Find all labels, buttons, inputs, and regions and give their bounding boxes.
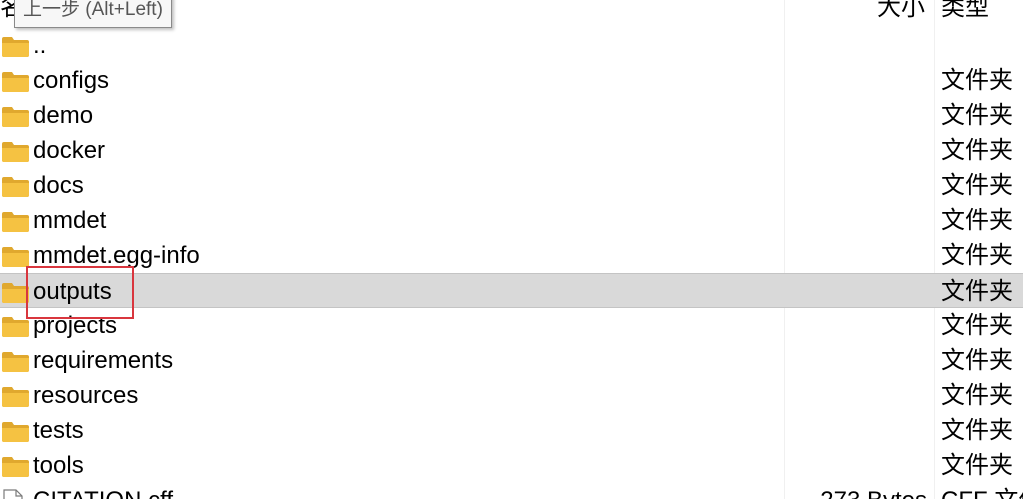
folder-icon bbox=[2, 212, 29, 232]
type-column-header[interactable]: 类型 bbox=[941, 0, 989, 26]
folder-icon bbox=[2, 72, 29, 92]
file-list-row[interactable]: mmdet 文件夹 bbox=[0, 203, 1023, 238]
folder-icon bbox=[2, 142, 29, 162]
file-type: 文件夹 bbox=[941, 452, 1013, 479]
file-name: configs bbox=[33, 67, 110, 94]
size-column-header[interactable]: 大小 bbox=[877, 0, 925, 26]
file-list-row[interactable]: projects 文件夹 bbox=[0, 308, 1023, 343]
file-type: 文件夹 bbox=[941, 172, 1013, 199]
annotation-highlight-box bbox=[26, 266, 134, 319]
file-name: tests bbox=[33, 417, 84, 444]
file-name: CITATION.cff bbox=[33, 483, 173, 499]
folder-icon bbox=[2, 422, 29, 442]
file-list-row[interactable]: tests 文件夹 bbox=[0, 413, 1023, 448]
file-list-row[interactable]: mmdet.egg-info 文件夹 bbox=[0, 238, 1023, 273]
file-type: CFF 文件 bbox=[941, 483, 1023, 499]
folder-icon bbox=[2, 387, 29, 407]
file-type: 文件夹 bbox=[941, 312, 1013, 339]
file-type: 文件夹 bbox=[941, 137, 1013, 164]
file-type: 文件夹 bbox=[941, 102, 1013, 129]
file-size: 273 Bytes bbox=[820, 483, 927, 499]
folder-icon bbox=[2, 37, 29, 57]
file-name: tools bbox=[33, 452, 84, 479]
file-list-row[interactable]: configs 文件夹 bbox=[0, 63, 1023, 98]
file-type: 文件夹 bbox=[941, 278, 1013, 305]
folder-icon bbox=[2, 283, 29, 303]
file-list-row[interactable]: CITATION.cff 273 Bytes CFF 文件 bbox=[0, 483, 1023, 499]
file-name: requirements bbox=[33, 347, 174, 374]
file-type: 文件夹 bbox=[941, 242, 1013, 269]
file-list-row[interactable]: outputs 文件夹 bbox=[0, 273, 1023, 308]
file-name: docs bbox=[33, 172, 84, 199]
file-list-row[interactable]: tools 文件夹 bbox=[0, 448, 1023, 483]
file-list-row[interactable]: .. bbox=[0, 28, 1023, 63]
file-type: 文件夹 bbox=[941, 417, 1013, 444]
file-list-row[interactable]: docker 文件夹 bbox=[0, 133, 1023, 168]
folder-icon bbox=[2, 247, 29, 267]
file-type: 文件夹 bbox=[941, 347, 1013, 374]
file-list-row[interactable]: requirements 文件夹 bbox=[0, 343, 1023, 378]
file-list-row[interactable]: resources 文件夹 bbox=[0, 378, 1023, 413]
folder-icon bbox=[2, 352, 29, 372]
file-name: docker bbox=[33, 137, 106, 164]
file-list-row[interactable]: demo 文件夹 bbox=[0, 98, 1023, 133]
file-name: .. bbox=[33, 32, 47, 59]
file-type: 文件夹 bbox=[941, 67, 1013, 94]
file-type: 文件夹 bbox=[941, 382, 1013, 409]
file-name: mmdet bbox=[33, 207, 107, 234]
folder-icon bbox=[2, 317, 29, 337]
file-icon bbox=[3, 489, 23, 499]
file-browser: 名 大小 类型 上一步 (Alt+Left) .. configs 文件夹 demo 文… bbox=[0, 0, 1023, 499]
folder-icon bbox=[2, 457, 29, 477]
folder-icon bbox=[2, 177, 29, 197]
file-list-row[interactable]: docs 文件夹 bbox=[0, 168, 1023, 203]
file-name: resources bbox=[33, 382, 139, 409]
file-name: demo bbox=[33, 102, 94, 129]
file-type: 文件夹 bbox=[941, 207, 1013, 234]
back-tooltip: 上一步 (Alt+Left) bbox=[14, 0, 172, 28]
folder-icon bbox=[2, 107, 29, 127]
